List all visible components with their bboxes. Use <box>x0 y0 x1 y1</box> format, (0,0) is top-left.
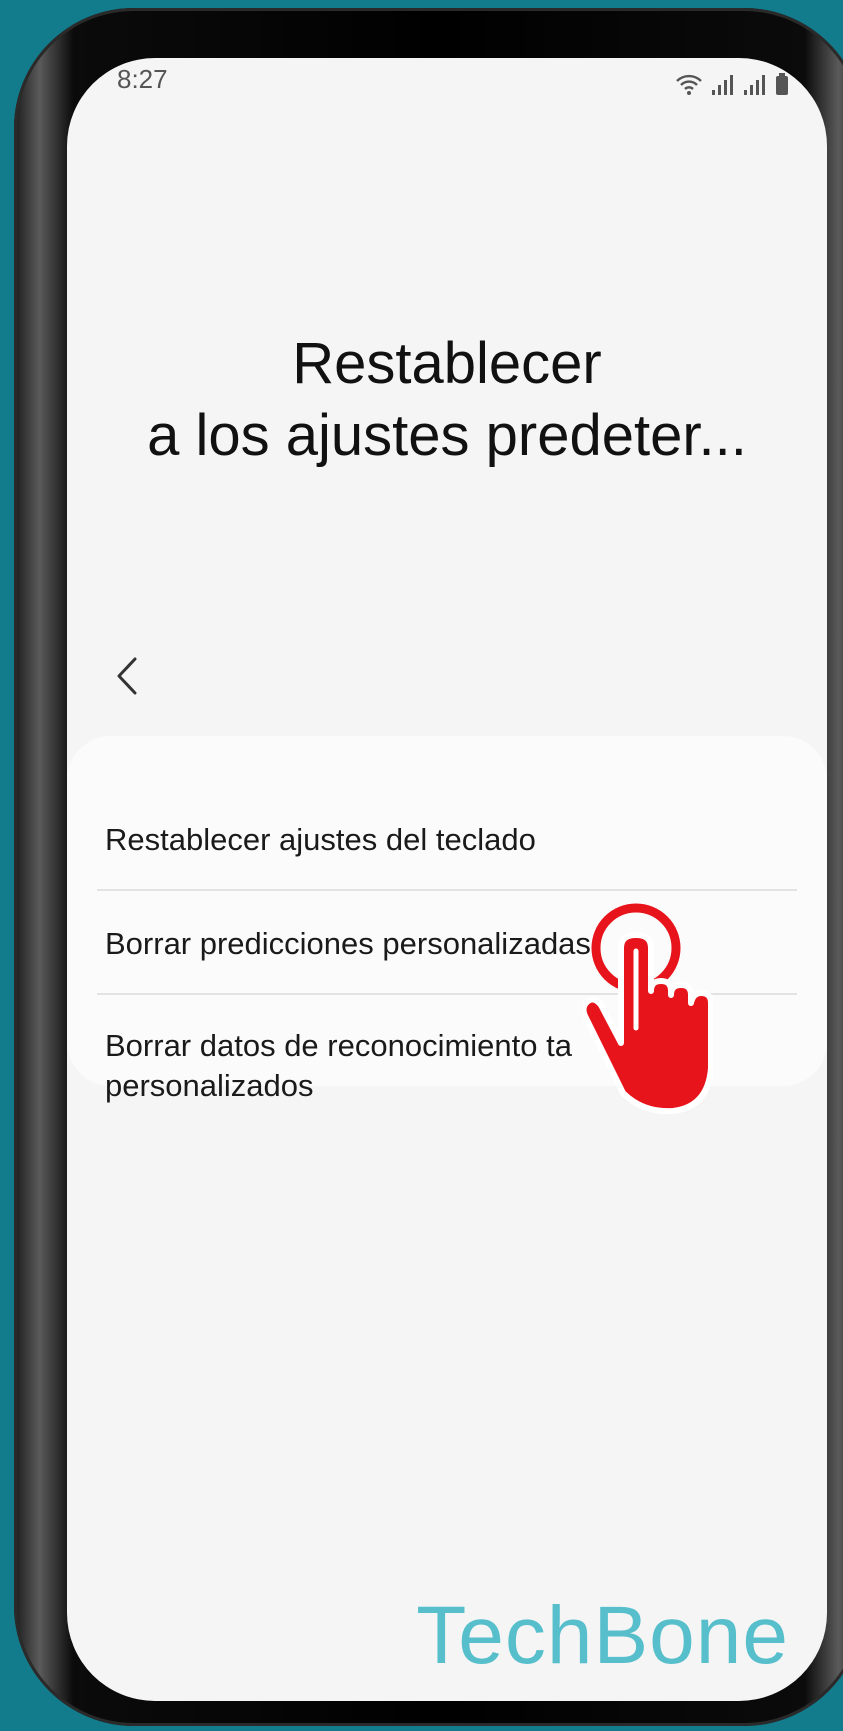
status-icons <box>675 66 789 96</box>
menu-item-label: Borrar predicciones personalizadas <box>105 926 591 961</box>
page-title: Restablecer a los ajustes predeter... <box>87 328 807 472</box>
battery-icon <box>775 72 789 96</box>
signal-2-icon <box>743 72 767 96</box>
back-button[interactable] <box>102 648 152 708</box>
tap-hand-icon <box>580 903 714 1115</box>
phone-screen: 8:27 Restablecer a los ajustes predeter.… <box>67 58 827 1701</box>
signal-1-icon <box>711 72 735 96</box>
wifi-icon <box>675 72 703 96</box>
page-title-line-1: Restablecer <box>292 331 602 396</box>
page-title-line-2: a los ajustes predeter... <box>147 403 747 468</box>
techbone-watermark: TechBone <box>416 1590 789 1681</box>
menu-item-reset-keyboard-settings[interactable]: Restablecer ajustes del teclado <box>105 820 795 860</box>
chevron-left-icon <box>115 656 139 701</box>
status-bar: 8:27 <box>67 58 827 118</box>
settings-card: Restablecer ajustes del teclado Borrar p… <box>67 736 827 1103</box>
divider <box>97 889 797 891</box>
status-time: 8:27 <box>117 64 168 94</box>
phone-frame: 8:27 Restablecer a los ajustes predeter.… <box>14 8 843 1726</box>
menu-item-label: Restablecer ajustes del teclado <box>105 822 536 857</box>
